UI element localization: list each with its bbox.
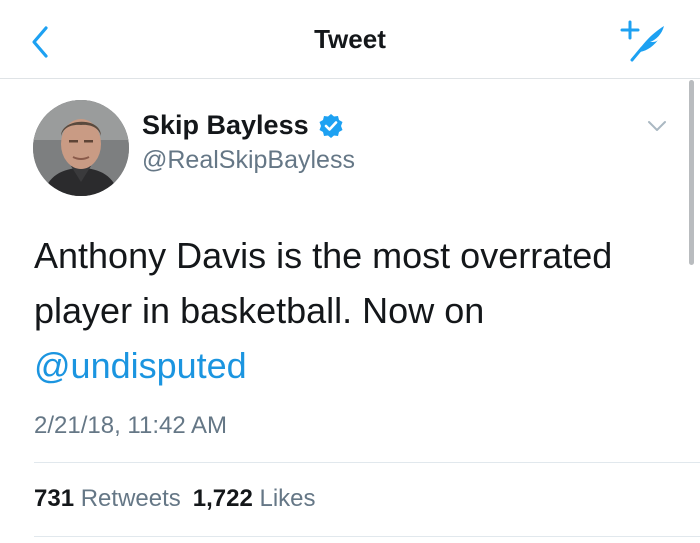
mention-link[interactable]: @undisputed — [34, 345, 247, 386]
divider — [34, 462, 700, 463]
likes-stat[interactable]: 1,722 Likes — [193, 485, 316, 512]
avatar-photo — [33, 100, 129, 196]
author-handle[interactable]: @RealSkipBayless — [142, 146, 355, 175]
chevron-down-icon[interactable] — [643, 116, 671, 136]
author-row: Skip Bayless — [142, 110, 344, 141]
verified-badge-icon — [319, 113, 343, 138]
avatar[interactable] — [33, 100, 129, 196]
retweets-label: Retweets — [80, 485, 181, 512]
compose-tweet-icon[interactable] — [618, 18, 668, 64]
engagement-stats: 731 Retweets 1,722 Likes — [34, 485, 316, 513]
divider — [34, 536, 700, 537]
retweets-count: 731 — [34, 485, 75, 512]
likes-label: Likes — [259, 485, 316, 512]
page-title: Tweet — [314, 24, 386, 54]
tweet-body: Anthony Davis is the most overrated play… — [34, 235, 613, 331]
tweet-text: Anthony Davis is the most overrated play… — [34, 228, 664, 393]
tweet-timestamp: 2/21/18, 11:42 AM — [34, 412, 228, 439]
likes-count: 1,722 — [192, 485, 253, 512]
retweets-stat[interactable]: 731 Retweets — [34, 485, 181, 512]
scrollbar[interactable] — [689, 80, 694, 265]
author-name[interactable]: Skip Bayless — [142, 110, 309, 141]
nav-bar: Tweet — [0, 0, 700, 79]
